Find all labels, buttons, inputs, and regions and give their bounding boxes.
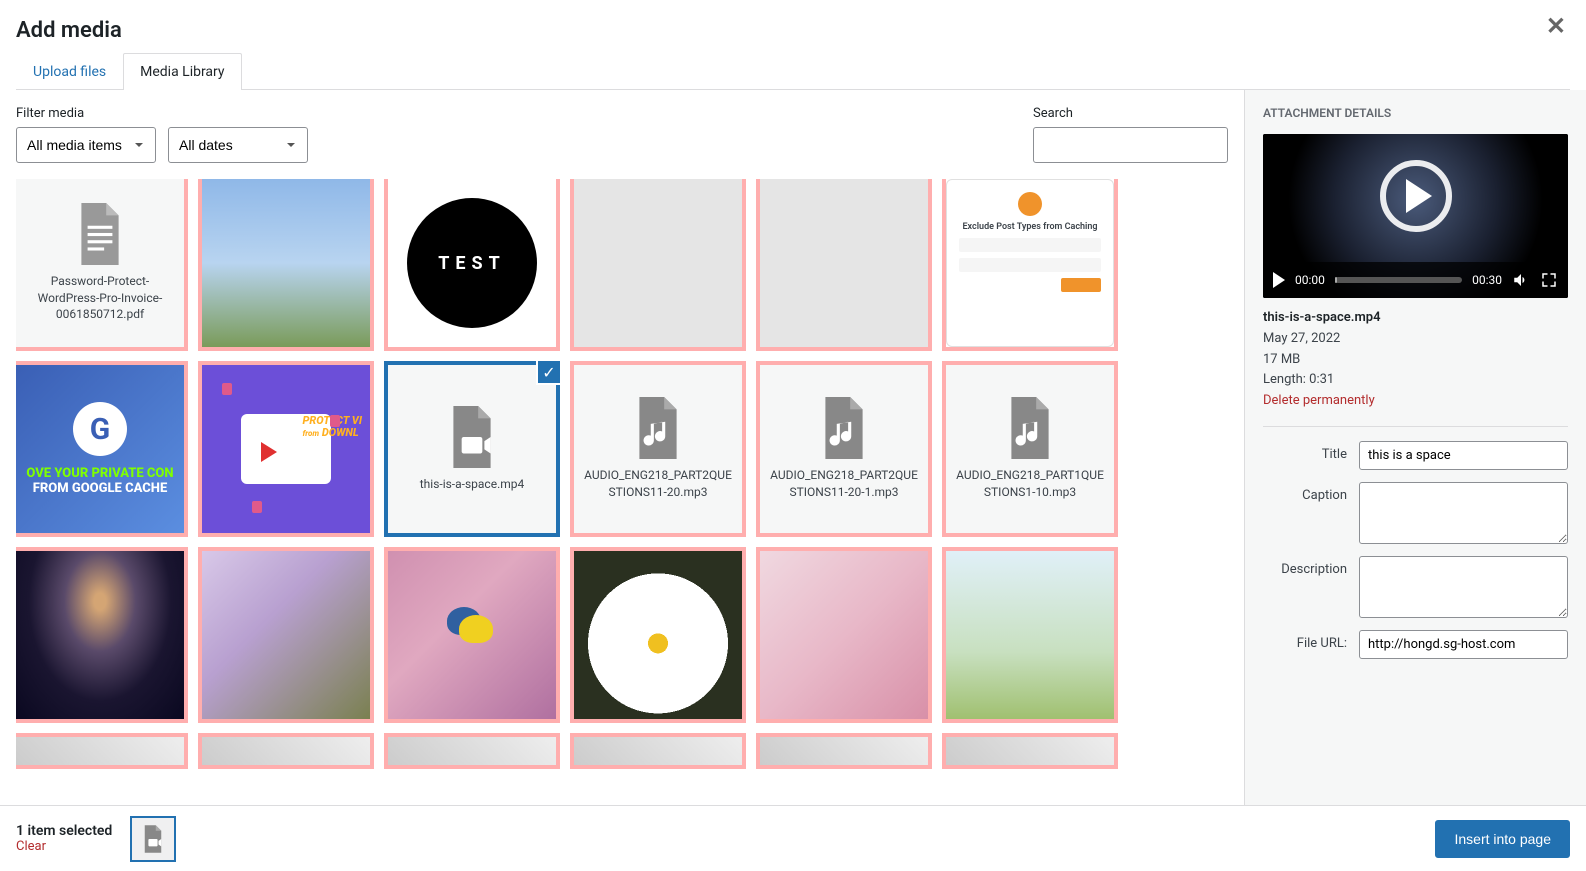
field-caption: Caption: [1263, 482, 1568, 544]
search-label: Search: [1033, 106, 1228, 121]
media-item-image[interactable]: [574, 737, 742, 765]
card-graphic: Exclude Post Types from Caching: [946, 179, 1114, 347]
tabs: Upload files Media Library: [16, 53, 1570, 90]
test-graphic: TEST: [407, 198, 537, 328]
content: Filter media All media items . All dates…: [0, 90, 1586, 805]
field-fileurl: File URL:: [1263, 630, 1568, 659]
toolbar: Filter media All media items . All dates…: [16, 106, 1228, 163]
delete-permanently-link[interactable]: Delete permanently: [1263, 391, 1568, 412]
media-item-image[interactable]: [760, 551, 928, 719]
insert-into-page-button[interactable]: Insert into page: [1435, 820, 1570, 858]
title-input[interactable]: [1359, 441, 1568, 470]
play-overlay-icon[interactable]: [1380, 160, 1452, 232]
attachment-details-sidebar: ATTACHMENT DETAILS 00:00 00:30 this-is-a…: [1244, 90, 1586, 805]
attachment-size: 17 MB: [1263, 350, 1568, 371]
close-button[interactable]: ✕: [1546, 12, 1566, 41]
video-file-icon: [142, 825, 164, 853]
clear-selection-link[interactable]: Clear: [16, 839, 112, 854]
add-media-modal: Add media ✕ Upload files Media Library F…: [0, 0, 1586, 871]
media-item-audio[interactable]: AUDIO_ENG218_PART2QUESTIONS11-20-1.mp3: [760, 365, 928, 533]
current-time: 00:00: [1295, 273, 1325, 287]
media-item-image[interactable]: G OVE YOUR PRIVATE CON FROM GOOGLE CACHE: [16, 365, 184, 533]
checkmark-icon: ✓: [536, 359, 562, 385]
google-icon: G: [73, 402, 127, 456]
media-item-image[interactable]: Exclude Post Types from Caching: [946, 179, 1114, 347]
fileurl-label: File URL:: [1263, 630, 1359, 651]
media-item-image[interactable]: [202, 551, 370, 719]
selected-thumbnail[interactable]: [130, 816, 176, 862]
search-input[interactable]: [1033, 127, 1228, 163]
media-item-pdf[interactable]: Password-Protect-WordPress-Pro-Invoice-0…: [16, 179, 184, 347]
media-item-audio[interactable]: AUDIO_ENG218_PART2QUESTIONS11-20.mp3: [574, 365, 742, 533]
document-icon: [75, 203, 125, 265]
filter-label: Filter media: [16, 106, 156, 121]
media-item-image[interactable]: [16, 551, 184, 719]
volume-icon[interactable]: [1512, 271, 1530, 289]
description-input[interactable]: [1359, 556, 1568, 618]
attachment-length: Length: 0:31: [1263, 370, 1568, 391]
filter-group: Filter media All media items . All dates: [16, 106, 308, 163]
media-item-video-selected[interactable]: this-is-a-space.mp4 ✓: [388, 365, 556, 533]
attachment-meta: this-is-a-space.mp4 May 27, 2022 17 MB L…: [1263, 308, 1568, 427]
media-item-image[interactable]: [202, 179, 370, 347]
video-preview[interactable]: 00:00 00:30: [1263, 134, 1568, 298]
media-item-filename: Password-Protect-WordPress-Pro-Invoice-0…: [26, 273, 174, 323]
field-title: Title: [1263, 441, 1568, 470]
video-file-icon: [447, 406, 497, 468]
filter-date-select[interactable]: All dates: [168, 127, 308, 163]
media-item-filename: AUDIO_ENG218_PART2QUESTIONS11-20.mp3: [584, 467, 732, 501]
media-item-image[interactable]: [760, 737, 928, 765]
media-item-filename: this-is-a-space.mp4: [420, 476, 525, 493]
fullscreen-icon[interactable]: [1540, 271, 1558, 289]
caption-label: Caption: [1263, 482, 1359, 503]
footer-selection: 1 item selected Clear: [16, 816, 176, 862]
modal-footer: 1 item selected Clear Insert into page: [0, 805, 1586, 871]
fileurl-input[interactable]: [1359, 630, 1568, 659]
attachment-date: May 27, 2022: [1263, 329, 1568, 350]
selected-count: 1 item selected: [16, 823, 112, 839]
media-item-image[interactable]: PROTECT VIfrom DOWNL: [202, 365, 370, 533]
media-item-image[interactable]: [202, 737, 370, 765]
media-item-image[interactable]: [760, 179, 928, 347]
sidebar-heading: ATTACHMENT DETAILS: [1263, 106, 1568, 120]
tab-media-library[interactable]: Media Library: [123, 53, 241, 90]
tab-upload-files[interactable]: Upload files: [16, 53, 123, 90]
duration: 00:30: [1472, 273, 1502, 287]
seek-bar[interactable]: [1335, 277, 1462, 283]
media-item-image[interactable]: [946, 737, 1114, 765]
modal-header: Add media ✕ Upload files Media Library: [0, 0, 1586, 90]
media-item-filename: AUDIO_ENG218_PART1QUESTIONS1-10.mp3: [956, 467, 1104, 501]
caption-input[interactable]: [1359, 482, 1568, 544]
play-button[interactable]: [1273, 272, 1285, 288]
main-panel: Filter media All media items . All dates…: [0, 90, 1244, 805]
media-item-image[interactable]: [946, 551, 1114, 719]
audio-file-icon: [1005, 397, 1055, 459]
media-item-image[interactable]: [574, 551, 742, 719]
audio-file-icon: [633, 397, 683, 459]
media-item-image[interactable]: [574, 179, 742, 347]
media-item-filename: AUDIO_ENG218_PART2QUESTIONS11-20-1.mp3: [770, 467, 918, 501]
field-description: Description: [1263, 556, 1568, 618]
media-item-image[interactable]: [16, 737, 184, 765]
filter-type-select[interactable]: All media items: [16, 127, 156, 163]
media-item-audio[interactable]: AUDIO_ENG218_PART1QUESTIONS1-10.mp3: [946, 365, 1114, 533]
title-label: Title: [1263, 441, 1359, 462]
video-controls: 00:00 00:30: [1263, 262, 1568, 298]
media-item-image[interactable]: TEST: [388, 179, 556, 347]
media-item-image[interactable]: [388, 737, 556, 765]
media-grid-scroll[interactable]: Password-Protect-WordPress-Pro-Invoice-0…: [16, 179, 1228, 789]
search-group: Search: [1033, 106, 1228, 163]
audio-file-icon: [819, 397, 869, 459]
media-grid: Password-Protect-WordPress-Pro-Invoice-0…: [16, 179, 1228, 785]
attachment-filename: this-is-a-space.mp4: [1263, 308, 1568, 329]
description-label: Description: [1263, 556, 1359, 577]
modal-title: Add media: [16, 18, 1570, 43]
media-item-image[interactable]: [388, 551, 556, 719]
